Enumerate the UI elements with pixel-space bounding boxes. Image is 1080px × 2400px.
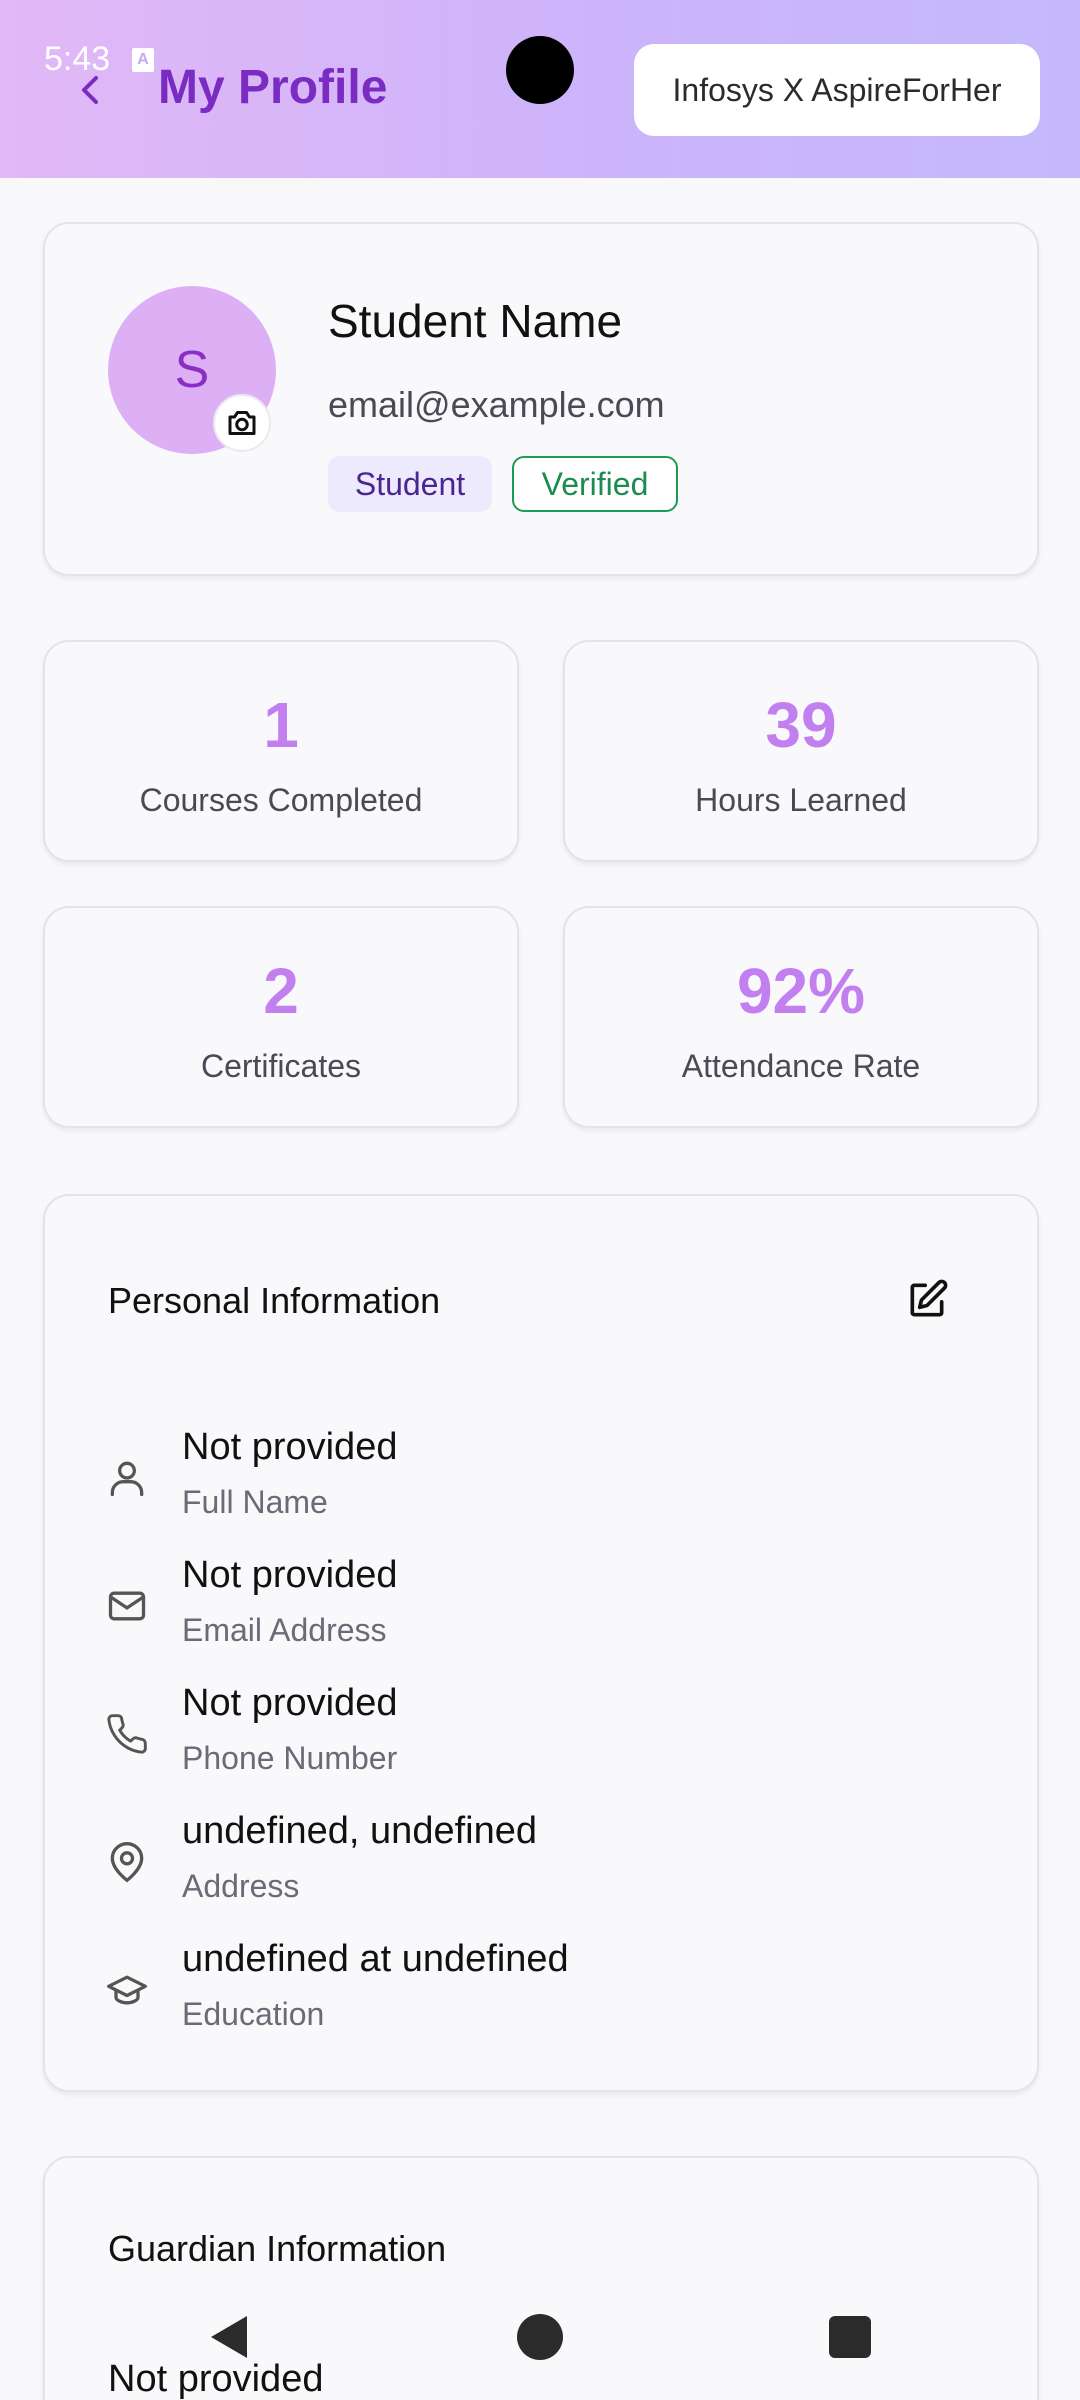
info-value: Not provided [182, 1554, 398, 1596]
verified-badge: Verified [512, 456, 678, 512]
stat-value: 92% [736, 955, 866, 1027]
info-label: Full Name [182, 1484, 328, 1520]
nav-recents-icon[interactable] [829, 2316, 871, 2358]
front-camera-cutout [506, 36, 574, 104]
stat-card-attendance: 92% Attendance Rate [563, 906, 1039, 1128]
info-value: undefined at undefined [182, 1938, 569, 1980]
guardian-value: Not provided [108, 2358, 324, 2400]
guardian-info-card: Guardian Information Not provided [43, 2156, 1039, 2400]
nav-back-icon[interactable] [205, 2312, 255, 2362]
info-row-address: undefined, undefined Address [45, 1810, 1037, 1920]
stat-label: Hours Learned [695, 782, 907, 818]
info-row-full-name: Not provided Full Name [45, 1426, 1037, 1536]
student-email: email@example.com [328, 384, 665, 425]
stat-card-courses: 1 Courses Completed [43, 640, 519, 862]
phone-icon [107, 1714, 147, 1754]
stat-label: Certificates [200, 1048, 362, 1084]
info-value: undefined, undefined [182, 1810, 537, 1852]
info-value: Not provided [182, 1682, 398, 1724]
info-label: Address [182, 1868, 300, 1904]
back-arrow-icon[interactable] [70, 70, 110, 110]
camera-icon [228, 411, 256, 435]
map-pin-icon [110, 1842, 144, 1883]
info-row-phone: Not provided Phone Number [45, 1682, 1037, 1792]
stat-label: Attendance Rate [681, 1048, 921, 1084]
notification-icon: A [132, 48, 154, 72]
mail-icon [108, 1591, 146, 1621]
stat-value: 1 [263, 689, 299, 761]
profile-card: S Student Name email@example.com Student… [43, 222, 1039, 576]
stat-card-certificates: 2 Certificates [43, 906, 519, 1128]
header-bar: 5:43 A My Profile Infosys X AspireForHer [0, 0, 1080, 178]
stat-value: 2 [263, 955, 299, 1027]
info-label: Phone Number [182, 1740, 398, 1776]
page-title: My Profile [158, 61, 388, 114]
edit-icon[interactable] [905, 1278, 949, 1322]
info-row-education: undefined at undefined Education [45, 1938, 1037, 2048]
stat-card-hours: 39 Hours Learned [563, 640, 1039, 862]
profile-screen: 5:43 A My Profile Infosys X AspireForHer… [0, 0, 1080, 2400]
section-title: Personal Information [108, 1280, 441, 1321]
nav-home-icon[interactable] [517, 2314, 563, 2360]
info-value: Not provided [182, 1426, 398, 1468]
info-row-email: Not provided Email Address [45, 1554, 1037, 1664]
role-badge: Student [328, 456, 492, 512]
student-name: Student Name [328, 295, 623, 347]
change-photo-button[interactable] [213, 394, 271, 452]
stat-label: Courses Completed [139, 782, 423, 818]
info-label: Email Address [182, 1612, 387, 1648]
user-icon [110, 1461, 144, 1497]
stat-value: 39 [765, 689, 837, 761]
graduation-cap-icon [107, 1975, 147, 2005]
brand-badge: Infosys X AspireForHer [634, 44, 1040, 136]
section-title: Guardian Information [108, 2228, 447, 2269]
info-label: Education [182, 1996, 325, 2032]
personal-info-card: Personal Information Not provided Full N… [43, 1194, 1039, 2092]
